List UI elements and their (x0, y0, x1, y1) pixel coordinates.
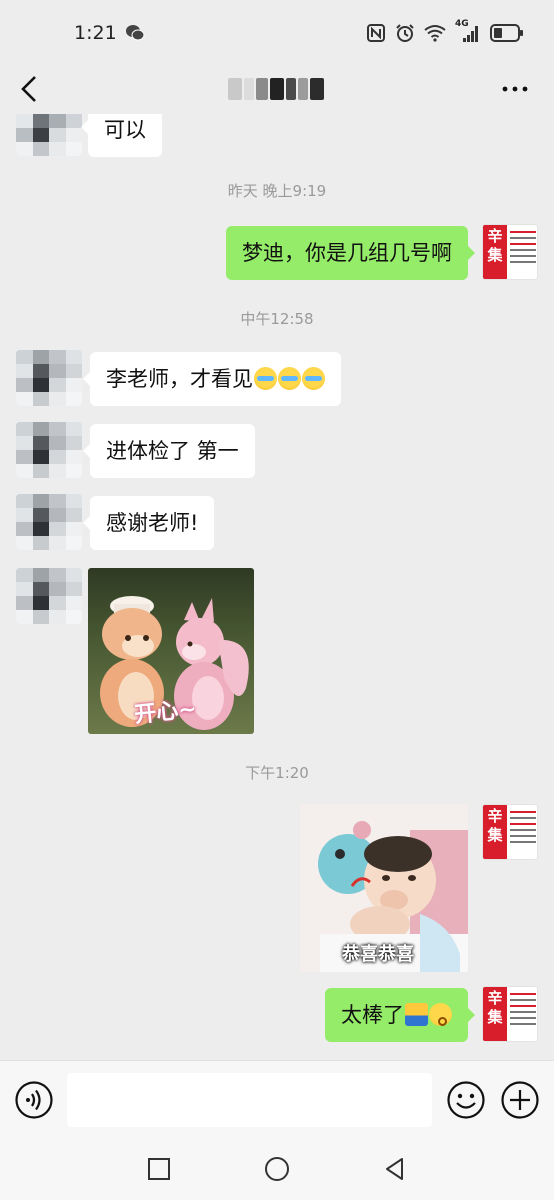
kissing-emoji-icon (429, 1003, 452, 1026)
time-separator: 中午12:58 (240, 310, 314, 328)
my-avatar[interactable]: 辛集 (482, 804, 538, 860)
message-text: 可以 (104, 118, 146, 142)
status-left: 1:21 (74, 22, 145, 44)
sticker-caption: 恭喜恭喜 (342, 944, 414, 965)
voice-icon[interactable] (14, 1080, 54, 1120)
chat-header (0, 66, 554, 114)
message-input-bar (0, 1060, 554, 1138)
outgoing-message[interactable]: 太棒了 (325, 988, 475, 1042)
brand-mark: 辛集 (483, 225, 507, 279)
contact-avatar[interactable] (16, 422, 82, 478)
contact-avatar[interactable] (16, 350, 82, 406)
my-avatar[interactable]: 辛集 (482, 986, 538, 1042)
alarm-icon (396, 24, 414, 42)
incoming-message[interactable]: 李老师，才看见 (83, 352, 341, 406)
chat-message-list[interactable]: 可以 昨天 晚上9:19 梦迪，你是几组几号啊 辛集 中午12:58 李老师，才… (0, 114, 554, 1060)
contact-avatar[interactable] (16, 568, 82, 624)
wifi-icon (424, 25, 446, 42)
status-bar: 1:21 4G (0, 0, 554, 66)
recents-icon[interactable] (146, 1156, 172, 1182)
sticker-message[interactable]: 恭喜恭喜 (300, 804, 468, 972)
time-separator: 昨天 晚上9:19 (227, 182, 327, 200)
back-icon[interactable] (18, 74, 40, 104)
crying-laughing-emoji-icon (254, 367, 277, 390)
outgoing-message[interactable]: 梦迪，你是几组几号啊 (226, 226, 475, 280)
brand-mark: 辛集 (483, 805, 507, 859)
message-text: 感谢老师! (106, 511, 199, 535)
battery-icon (490, 24, 523, 42)
system-navigation-bar (0, 1138, 554, 1200)
incoming-message[interactable]: 进体检了 第一 (83, 424, 255, 478)
nfc-icon (367, 24, 385, 42)
message-input[interactable] (67, 1073, 432, 1127)
my-avatar[interactable]: 辛集 (482, 224, 538, 280)
incoming-message[interactable]: 感谢老师! (82, 496, 215, 550)
message-text: 太棒了 (341, 1003, 404, 1027)
message-text: 进体检了 第一 (106, 439, 239, 463)
time-separator: 下午1:20 (245, 764, 309, 782)
signal-icon: 4G (455, 19, 481, 43)
sticker-message[interactable]: 开心~ (88, 568, 254, 734)
crying-laughing-emoji-icon (278, 367, 301, 390)
thumbs-up-emoji-icon (405, 1003, 428, 1026)
chat-title-redacted (228, 74, 328, 104)
emoji-icon[interactable] (446, 1080, 486, 1120)
more-icon[interactable] (500, 76, 530, 102)
plus-icon[interactable] (500, 1080, 540, 1120)
message-text: 李老师，才看见 (106, 367, 253, 391)
incoming-message[interactable]: 可以 (81, 114, 162, 157)
status-right: 4G (366, 19, 524, 43)
sticker-caption: 开心~ (133, 696, 198, 729)
back-nav-icon[interactable] (382, 1156, 408, 1182)
crying-laughing-emoji-icon (302, 367, 325, 390)
wechat-icon (125, 25, 145, 41)
contact-avatar[interactable] (16, 114, 82, 156)
brand-mark: 辛集 (483, 987, 507, 1041)
message-text: 梦迪，你是几组几号啊 (242, 241, 452, 265)
home-icon[interactable] (264, 1156, 290, 1182)
contact-avatar[interactable] (16, 494, 82, 550)
status-time: 1:21 (74, 22, 117, 44)
